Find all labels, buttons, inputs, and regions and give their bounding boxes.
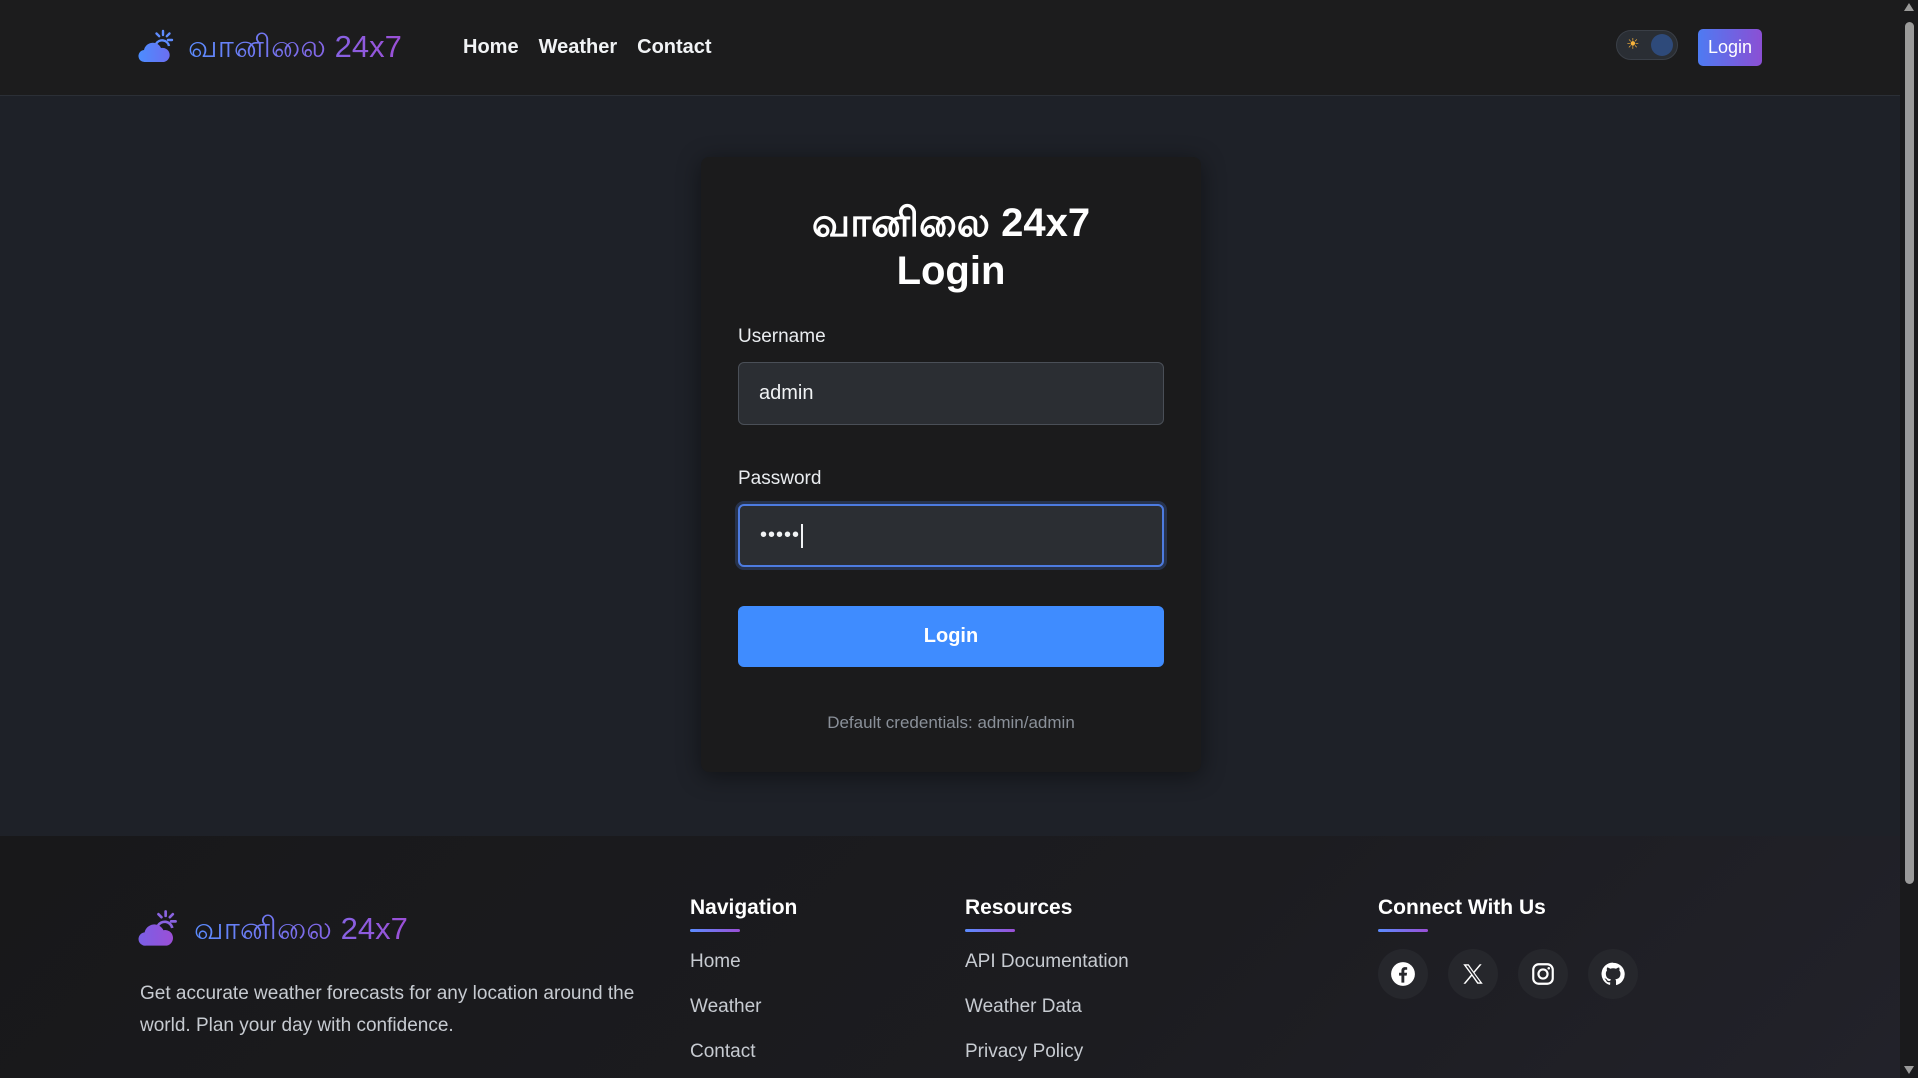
toggle-knob — [1651, 34, 1673, 56]
scroll-up-arrow-icon[interactable] — [1904, 3, 1914, 11]
password-input[interactable]: ••••• — [738, 504, 1164, 567]
footer-link-weather-data[interactable]: Weather Data — [965, 996, 1082, 1018]
text-caret — [801, 523, 804, 548]
nav-link-weather[interactable]: Weather — [539, 36, 618, 59]
login-title: வானிலை 24x7 Login — [701, 199, 1201, 295]
brand-name: வானிலை 24x7 — [188, 29, 402, 69]
weather-cloud-sun-icon — [138, 28, 176, 69]
theme-toggle[interactable]: ☀ — [1616, 30, 1678, 60]
password-label: Password — [738, 468, 822, 489]
scroll-down-arrow-icon[interactable] — [1904, 1066, 1914, 1074]
footer-link-home[interactable]: Home — [690, 951, 741, 973]
footer-connect-heading: Connect With Us — [1378, 896, 1546, 932]
nav-link-home[interactable]: Home — [463, 36, 519, 59]
weather-cloud-sun-icon — [138, 908, 180, 953]
nav-login-button[interactable]: Login — [1698, 29, 1762, 66]
instagram-icon[interactable] — [1518, 949, 1568, 999]
login-title-brand: வானிலை 24x7 — [811, 201, 1091, 245]
brand-logo-link[interactable]: வானிலை 24x7 — [138, 28, 402, 69]
sun-icon: ☀ — [1626, 36, 1640, 53]
username-value: admin — [759, 382, 814, 404]
footer-link-privacy-policy[interactable]: Privacy Policy — [965, 1041, 1083, 1063]
footer-navigation-heading: Navigation — [690, 896, 798, 932]
nav-link-contact[interactable]: Contact — [637, 36, 711, 59]
footer-brand-name: வானிலை 24x7 — [194, 911, 408, 951]
x-icon[interactable] — [1448, 949, 1498, 999]
default-credentials-hint: Default credentials: admin/admin — [827, 713, 1075, 732]
footer-description: Get accurate weather forecasts for any l… — [140, 983, 635, 1036]
github-icon[interactable] — [1588, 949, 1638, 999]
footer-link-weather[interactable]: Weather — [690, 996, 761, 1018]
scrollbar-thumb[interactable] — [1905, 22, 1914, 884]
nav-links: Home Weather Contact — [463, 36, 712, 59]
facebook-icon[interactable] — [1378, 949, 1428, 999]
username-label: Username — [738, 326, 826, 347]
navbar: வானிலை 24x7 Home Weather Contact ☀ Login — [0, 0, 1900, 96]
footer-link-api-docs[interactable]: API Documentation — [965, 951, 1129, 973]
username-input[interactable]: admin — [738, 362, 1164, 425]
footer-brand: வானிலை 24x7 — [138, 908, 408, 953]
login-submit-button[interactable]: Login — [738, 606, 1164, 667]
login-card: வானிலை 24x7 Login Username admin Passwor… — [701, 157, 1201, 772]
login-title-text: Login — [896, 249, 1006, 293]
page-scrollbar[interactable] — [1900, 0, 1918, 1078]
footer-link-contact[interactable]: Contact — [690, 1041, 755, 1063]
footer-resources-heading: Resources — [965, 896, 1073, 932]
password-value: ••••• — [760, 524, 801, 546]
